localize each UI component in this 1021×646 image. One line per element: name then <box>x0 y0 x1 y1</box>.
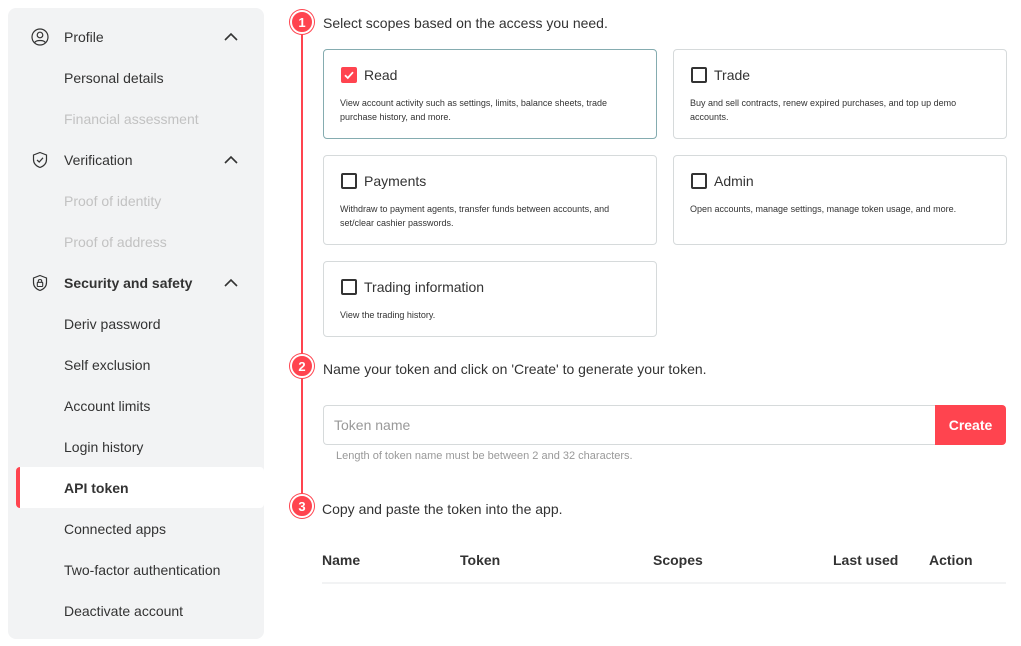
sidebar-item-label: Deactivate account <box>64 603 184 619</box>
scope-title: Trading information <box>364 279 485 295</box>
step-badge: 2 <box>290 354 314 378</box>
sidebar-item-financial-assessment: Financial assessment <box>8 98 264 139</box>
sidebar-item-deactivate-account[interactable]: Deactivate account <box>8 590 264 631</box>
sidebar-item-label: Proof of identity <box>64 193 162 209</box>
table-header-scopes: Scopes <box>653 552 703 568</box>
chevron-up-icon[interactable] <box>223 275 239 291</box>
scope-title: Read <box>364 67 398 83</box>
scope-card-admin[interactable]: Admin Open accounts, manage settings, ma… <box>673 155 1007 245</box>
sidebar-item-label: Personal details <box>64 70 164 86</box>
scope-description: Withdraw to payment agents, transfer fun… <box>340 204 610 228</box>
scope-checkbox[interactable] <box>341 67 357 83</box>
sidebar-item-label: API token <box>64 480 129 496</box>
shield-check-icon <box>32 151 48 169</box>
sidebar-item-label: Proof of address <box>64 234 167 250</box>
step-badge: 3 <box>290 494 314 518</box>
sidebar-item-label: Login history <box>64 439 144 455</box>
scope-card-trade[interactable]: Trade Buy and sell contracts, renew expi… <box>673 49 1007 139</box>
table-header-action: Action <box>929 552 973 568</box>
sidebar-item-personal-details[interactable]: Personal details <box>8 57 264 98</box>
sidebar-item-proof-of-identity: Proof of identity <box>8 180 264 221</box>
sidebar-group-verification[interactable]: Verification <box>8 139 264 180</box>
check-icon <box>344 71 354 80</box>
step-badge: 1 <box>290 10 314 34</box>
sidebar-item-deriv-password[interactable]: Deriv password <box>8 303 264 344</box>
user-circle-icon <box>31 28 49 46</box>
shield-lock-icon <box>32 274 48 292</box>
table-header-name: Name <box>322 552 361 568</box>
scope-card-payments[interactable]: Payments Withdraw to payment agents, tra… <box>323 155 657 245</box>
token-name-hint: Length of token name must be between 2 a… <box>336 450 633 462</box>
create-token-button[interactable]: Create <box>935 405 1006 445</box>
sidebar-item-proof-of-address: Proof of address <box>8 221 264 262</box>
scope-title: Admin <box>714 173 754 189</box>
sidebar-item-account-limits[interactable]: Account limits <box>8 385 264 426</box>
sidebar-item-self-exclusion[interactable]: Self exclusion <box>8 344 264 385</box>
sidebar-item-label: Deriv password <box>64 316 161 332</box>
scope-checkbox[interactable] <box>691 173 707 189</box>
scope-checkbox[interactable] <box>691 67 707 83</box>
sidebar-item-label: Financial assessment <box>64 111 199 127</box>
scope-title: Payments <box>364 173 427 189</box>
sidebar-item-api-token[interactable]: API token <box>16 467 264 508</box>
scope-card-trading-information[interactable]: Trading information View the trading his… <box>323 261 657 337</box>
scope-checkbox[interactable] <box>341 279 357 295</box>
table-header-token: Token <box>460 552 501 568</box>
sidebar-item-label: Account limits <box>64 398 151 414</box>
scope-description: View the trading history. <box>340 310 436 320</box>
active-indicator <box>16 467 20 508</box>
scope-description: Open accounts, manage settings, manage t… <box>690 204 957 214</box>
chevron-up-icon[interactable] <box>223 152 239 168</box>
sidebar-item-login-history[interactable]: Login history <box>8 426 264 467</box>
scope-card-read[interactable]: Read View account activity such as setti… <box>323 49 657 139</box>
scope-description: Buy and sell contracts, renew expired pu… <box>690 98 957 122</box>
step-instruction: Copy and paste the token into the app. <box>322 501 563 517</box>
sidebar-item-label: Self exclusion <box>64 357 151 373</box>
step-instruction: Select scopes based on the access you ne… <box>323 15 608 31</box>
sidebar-item-connected-apps[interactable]: Connected apps <box>8 508 264 549</box>
table-header-last-used: Last used <box>833 552 899 568</box>
scope-description: View account activity such as settings, … <box>340 98 607 122</box>
steps-timeline <box>301 22 303 504</box>
sidebar-group-profile[interactable]: Profile <box>8 16 264 57</box>
token-name-input[interactable] <box>323 405 937 445</box>
sidebar-item-two-factor-authentication[interactable]: Two-factor authentication <box>8 549 264 590</box>
sidebar-group-label: Profile <box>64 29 104 45</box>
chevron-up-icon[interactable] <box>223 29 239 45</box>
table-header-divider <box>322 582 1006 584</box>
sidebar-group-label: Verification <box>64 152 133 168</box>
step-instruction: Name your token and click on 'Create' to… <box>323 361 707 377</box>
sidebar-group-label: Security and safety <box>64 275 193 291</box>
sidebar-item-label: Two-factor authentication <box>64 562 221 578</box>
scope-title: Trade <box>714 67 751 83</box>
sidebar-group-security[interactable]: Security and safety <box>8 262 264 303</box>
sidebar-item-label: Connected apps <box>64 521 166 537</box>
scope-checkbox[interactable] <box>341 173 357 189</box>
sidebar: Profile Personal details Financial asses… <box>8 8 264 639</box>
